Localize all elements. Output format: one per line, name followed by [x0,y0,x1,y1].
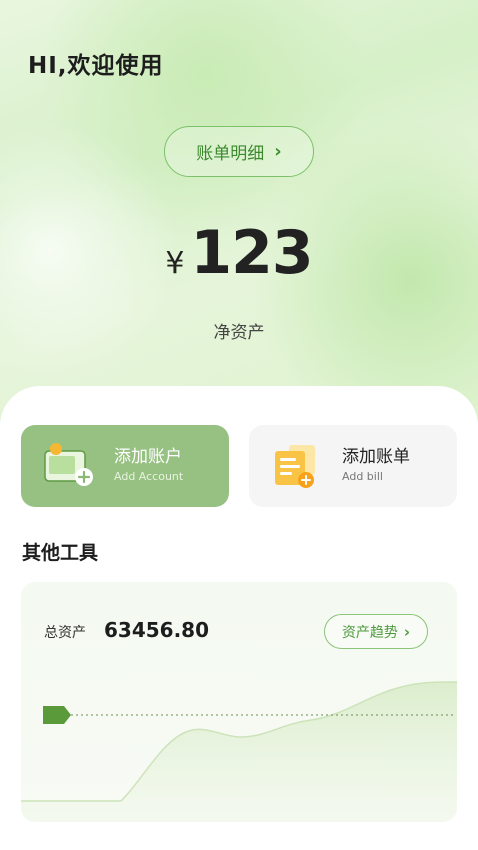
greeting-title: HI,欢迎使用 [28,53,164,79]
chevron-right-icon: › [403,622,411,641]
add-account-title: 添加账户 [114,447,182,467]
asset-trend-button[interactable]: 资产趋势 › [324,614,428,649]
add-account-button[interactable]: 添加账户 Add Account [21,425,229,507]
add-bill-subtitle: Add bill [342,470,383,483]
total-asset-card: 总资产 63456.80 资产趋势 › [21,582,457,822]
reference-marker [43,706,71,724]
net-asset-label: 净资产 [213,323,265,343]
add-bill-button[interactable]: 添加账单 Add bill [249,425,457,507]
bill-detail-button[interactable]: 账单明细 › [164,126,314,177]
bill-detail-label: 账单明细 [196,144,265,164]
total-asset-value: 63456.80 [104,618,210,642]
net-asset-balance: ¥ 123 [0,218,478,288]
chevron-right-icon: › [274,141,282,162]
other-tools-title: 其他工具 [22,542,99,564]
net-asset-amount: 123 [190,218,313,288]
add-account-subtitle: Add Account [114,470,184,483]
add-bill-title: 添加账单 [342,447,410,467]
wallet-add-icon [43,441,93,491]
currency-symbol: ¥ [165,246,185,281]
bill-add-icon [271,441,321,491]
asset-trend-label: 资产趋势 [341,624,398,641]
total-asset-label: 总资产 [44,625,86,641]
